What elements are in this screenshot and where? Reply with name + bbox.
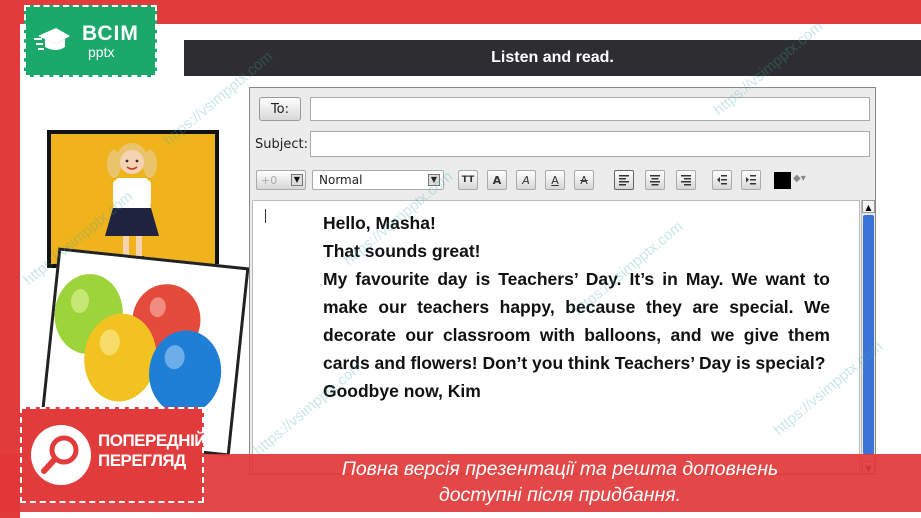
italic-button[interactable]: A xyxy=(516,170,536,190)
chevron-down-icon[interactable]: ◆▾ xyxy=(793,173,806,184)
outdent-button[interactable] xyxy=(712,170,732,190)
align-center-icon xyxy=(650,175,660,186)
page-title: Listen and read. xyxy=(491,49,614,66)
title-band: Listen and read. xyxy=(184,40,921,76)
logo-sub-text: pptx xyxy=(88,44,115,60)
fixed-width-icon: TT xyxy=(461,175,475,185)
underline-button[interactable]: A xyxy=(545,170,565,190)
purchase-line-2: доступні після придбання. xyxy=(438,484,682,506)
left-red-bar xyxy=(0,24,20,518)
text-color-button[interactable] xyxy=(774,172,791,189)
message-body[interactable]: Hello, Masha! That sounds great! My favo… xyxy=(252,200,860,474)
bold-icon: A xyxy=(492,173,502,187)
vertical-scrollbar[interactable]: ▲ ▼ xyxy=(861,200,875,474)
align-left-icon xyxy=(619,175,629,186)
message-signoff: Goodbye now, Kim xyxy=(323,381,481,401)
preview-line-2: ПЕРЕГЛЯД xyxy=(98,451,186,470)
font-size-select[interactable]: +0 ▼ xyxy=(256,170,306,190)
purchase-banner-text: Повна версія презентації та решта доповн… xyxy=(210,456,910,508)
align-right-button[interactable] xyxy=(676,170,696,190)
purchase-line-1: Повна версія презентації та решта доповн… xyxy=(341,458,779,480)
to-field[interactable] xyxy=(310,97,870,121)
magnifier-icon xyxy=(31,425,91,485)
subject-label: Subject: xyxy=(255,137,308,152)
format-toolbar: +0 ▼ Normal ▼ TT A A A A ◆▾ xyxy=(250,164,875,196)
scroll-thumb[interactable] xyxy=(863,215,874,455)
indent-button[interactable] xyxy=(741,170,761,190)
align-left-button[interactable] xyxy=(614,170,634,190)
message-greeting: Hello, Masha! xyxy=(323,213,436,233)
message-paragraph: My favourite day is Teachers’ Day. It’s … xyxy=(323,269,830,373)
font-size-value: +0 xyxy=(261,173,278,187)
scroll-up-icon[interactable]: ▲ xyxy=(862,200,875,213)
message-line: That sounds great! xyxy=(323,241,481,261)
to-button[interactable]: To: xyxy=(259,97,301,121)
text-caret xyxy=(265,209,266,223)
girl-photo-frame xyxy=(47,130,219,268)
indent-icon xyxy=(746,175,756,185)
italic-icon: A xyxy=(522,173,530,187)
underline-icon: A xyxy=(551,173,559,187)
bold-button[interactable]: A xyxy=(487,170,507,190)
preview-line-1: ПОПЕРЕДНІЙ xyxy=(98,431,207,450)
strikethrough-button[interactable]: A xyxy=(574,170,594,190)
align-center-button[interactable] xyxy=(645,170,665,190)
align-right-icon xyxy=(681,175,691,186)
paragraph-style-value: Normal xyxy=(319,173,363,187)
fixed-width-button[interactable]: TT xyxy=(458,170,478,190)
chevron-down-icon: ▼ xyxy=(428,174,440,186)
outdent-icon xyxy=(717,175,727,185)
paragraph-style-select[interactable]: Normal ▼ xyxy=(312,170,444,190)
chevron-down-icon: ▼ xyxy=(291,174,303,186)
preview-badge[interactable]: ПОПЕРЕДНІЙ ПЕРЕГЛЯД xyxy=(20,407,207,503)
email-compose-window: To: Subject: +0 ▼ Normal ▼ TT A A A A ◆▾… xyxy=(249,87,876,475)
graduation-cap-icon xyxy=(34,24,72,58)
strikethrough-icon: A xyxy=(580,173,588,187)
subject-field[interactable] xyxy=(310,131,870,157)
logo-main-text: ВСІМ xyxy=(82,22,139,45)
vsim-logo[interactable]: ВСІМ pptx xyxy=(24,5,157,77)
message-text: Hello, Masha! That sounds great! My favo… xyxy=(323,209,830,405)
girl-photo xyxy=(51,134,215,264)
